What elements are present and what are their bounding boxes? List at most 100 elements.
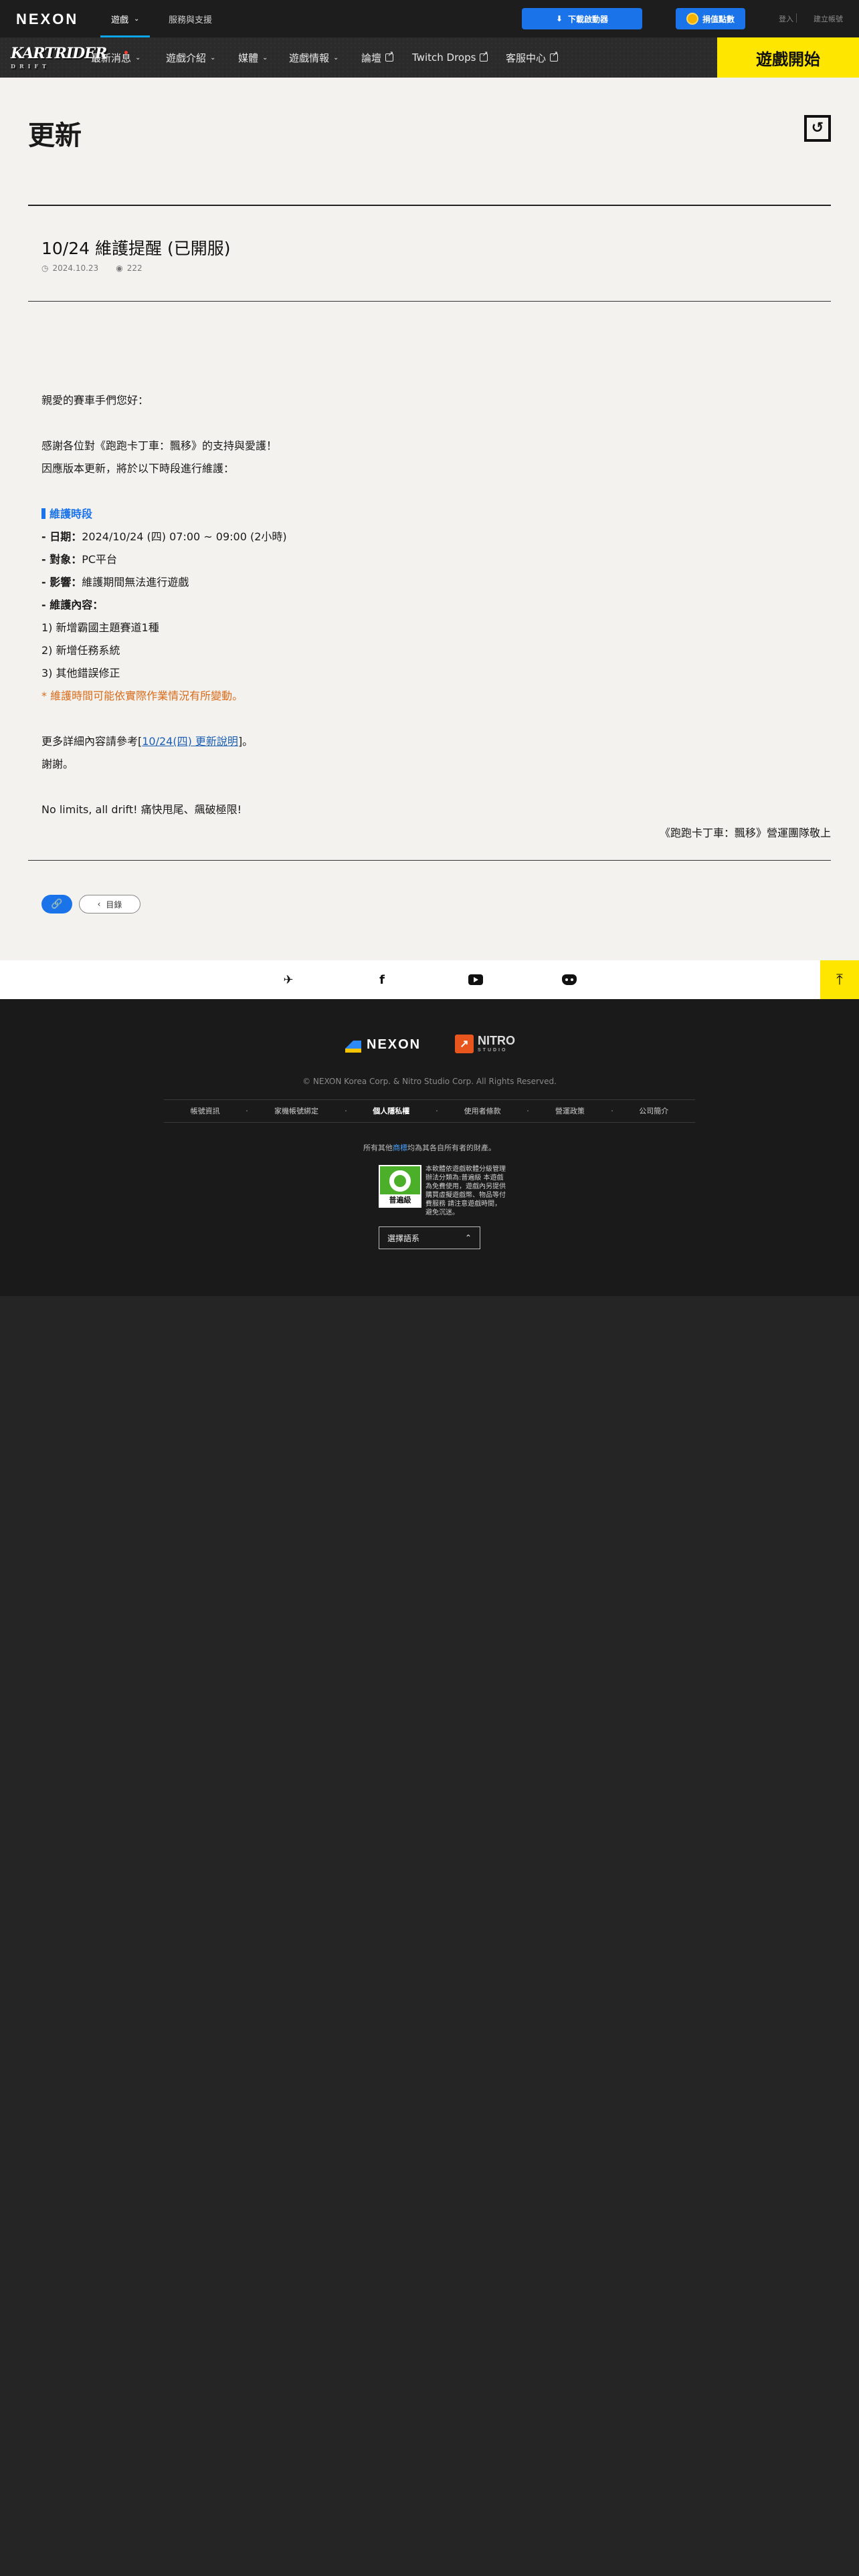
language-select[interactable]: 選擇語系 ⌃: [379, 1226, 480, 1249]
footer-link-terms[interactable]: 使用者條款: [464, 1105, 501, 1116]
separator-dot: [246, 1110, 248, 1111]
external-link-icon: [550, 49, 558, 62]
nav-item-intro[interactable]: 遊戲介紹 ⌄: [166, 37, 215, 78]
tab-support-label: 服務與支援: [169, 15, 213, 25]
scroll-to-top-button[interactable]: ⤒: [820, 960, 859, 999]
date-label: - 日期：: [41, 530, 82, 543]
page-title: 更新: [28, 120, 82, 151]
footer-link-console[interactable]: 家機帳號綁定: [274, 1105, 318, 1116]
chevron-left-icon: ‹: [97, 899, 101, 909]
separator-dot: [436, 1110, 438, 1111]
chevron-down-icon: ⌄: [262, 53, 268, 62]
return-button[interactable]: ↺: [804, 115, 831, 142]
points-button[interactable]: 捐值點數: [676, 8, 745, 29]
greeting-text: 親愛的賽車手們您好：: [41, 394, 149, 407]
copy-link-button[interactable]: 🔗: [41, 895, 72, 914]
post-date: 2024.10.23: [52, 263, 99, 273]
nav-item-twitch[interactable]: Twitch Drops: [412, 37, 488, 78]
list-button[interactable]: ‹ 目錄: [79, 895, 140, 914]
game-nav: KARTRIDER DRIFT 最新消息 ⌄ 遊戲介紹 ⌄ 媒體 ⌄ 遊戲情報 …: [0, 37, 859, 78]
nav-item-media-label: 媒體: [238, 51, 259, 64]
post-meta: ◷ 2024.10.23 ◉ 222: [41, 263, 142, 273]
nexon-logo[interactable]: NEXON: [16, 11, 78, 28]
footer-link-privacy[interactable]: 個人隱私權: [373, 1105, 409, 1116]
post-date-wrap: ◷ 2024.10.23: [41, 263, 98, 273]
nav-item-support[interactable]: 客服中心: [506, 37, 558, 78]
nav-item-info[interactable]: 遊戲情報 ⌄: [289, 37, 339, 78]
list-button-label: 目錄: [106, 899, 122, 909]
nav-item-intro-label: 遊戲介紹: [166, 51, 207, 64]
footer-link-policy[interactable]: 營運政策: [555, 1105, 585, 1116]
download-launcher-button[interactable]: ⬇ 下載啟動器: [522, 8, 642, 29]
more-prefix: 更多詳細內容請參考[: [41, 735, 142, 748]
game-start-button[interactable]: 遊戲開始: [717, 37, 859, 78]
footer-nitro-logo[interactable]: ↗ NITRO STUDIO: [455, 1034, 515, 1053]
more-suffix: ]。: [237, 735, 254, 748]
trademark-text: 所有其他商標均為其各自所有者的財產。: [0, 1142, 859, 1153]
slogan-text: No limits, all drift! 痛快甩尾、飆破極限!: [41, 803, 242, 816]
section-heading: 維護時段: [41, 503, 831, 526]
kartrider-icon[interactable]: ✈: [280, 971, 297, 988]
rating-ring: [389, 1170, 411, 1192]
nav-item-news[interactable]: 最新消息 ⌄: [91, 37, 140, 78]
list-item: 3) 其他錯誤修正: [41, 667, 120, 679]
social-bar: ✈ f ⤒: [0, 960, 859, 999]
content-row: - 維護內容：: [41, 594, 831, 617]
nav-item-media[interactable]: 媒體 ⌄: [238, 37, 268, 78]
separator-dot: [611, 1110, 613, 1111]
nexon-cube-icon: [345, 1037, 361, 1053]
post-body: 親愛的賽車手們您好： 感謝各位對《跑跑卡丁車：飄移》的支持與愛護！ 因應版本更新…: [41, 389, 831, 821]
separator-dot: [345, 1110, 347, 1111]
target-value: PC平台: [82, 553, 118, 566]
nav-item-twitch-label: Twitch Drops: [412, 51, 476, 64]
header-divider: [28, 301, 831, 302]
date-value: 2024/10/24 (四) 07:00 ~ 09:00 (2小時): [82, 530, 287, 543]
register-link[interactable]: 建立帳號: [814, 13, 843, 24]
tab-games[interactable]: 遊戲 ⌄: [100, 0, 151, 37]
login-link[interactable]: 登入: [779, 13, 793, 24]
nav-item-forum[interactable]: 論壇: [361, 37, 393, 78]
tab-games-label: 遊戲: [111, 15, 129, 25]
chevron-down-icon: ⌄: [135, 53, 141, 62]
kartrider-logo[interactable]: KARTRIDER DRIFT: [11, 44, 107, 71]
impact-value: 維護期間無法進行遊戲: [82, 576, 189, 588]
footer-divider: [28, 860, 831, 861]
impact-row: - 影響：維護期間無法進行遊戲: [41, 571, 831, 594]
title-divider: [28, 205, 831, 206]
tab-support[interactable]: 服務與支援: [169, 0, 212, 37]
nexon-topbar: NEXON 遊戲 ⌄ 服務與支援 ⬇ 下載啟動器 捐值點數 登入 建立帳號: [0, 0, 859, 37]
maintenance-note: * 維護時間可能依實際作業情況有所變動。: [41, 689, 244, 702]
footer-nitro-text: NITRO: [478, 1034, 515, 1047]
post-views-wrap: ◉ 222: [116, 263, 142, 273]
intro-text: 因應版本更新，將於以下時段進行維護：: [41, 462, 235, 475]
arrow-up-icon: ⤒: [836, 971, 843, 988]
footer-link-company[interactable]: 公司簡介: [639, 1105, 668, 1116]
trademark-suffix: 均為其各自所有者的財產。: [407, 1144, 496, 1152]
chevron-down-icon: ⌄: [210, 53, 216, 62]
facebook-icon[interactable]: f: [373, 971, 391, 988]
trademark-link[interactable]: 商標: [393, 1144, 407, 1152]
main-content: 更新 ↺ 10/24 維護提醒 (已開服) ◷ 2024.10.23 ◉ 222 親…: [0, 78, 859, 875]
footer-nexon-logo[interactable]: NEXON: [345, 1037, 421, 1053]
link-icon: 🔗: [51, 899, 63, 909]
nitro-mark-icon: ↗: [455, 1034, 474, 1053]
rating-description: 本軟體依遊戲軟體分級管理辦法分類為:普遍級 本遊戲為免費使用，遊戲內另提供購買虛…: [425, 1166, 506, 1216]
footer-link-account[interactable]: 帳號資訊: [191, 1105, 220, 1116]
eye-icon: ◉: [116, 263, 123, 273]
rating-badge-icon: 普遍級: [379, 1165, 421, 1208]
discord-icon[interactable]: [561, 971, 578, 988]
chevron-down-icon: ⌄: [333, 53, 339, 62]
update-notes-link[interactable]: 10/24(四) 更新說明: [142, 735, 238, 748]
external-link-icon: [480, 49, 488, 62]
post-title: 10/24 維護提醒 (已開服): [41, 239, 231, 258]
target-row: - 對象：PC平台: [41, 548, 831, 571]
new-badge-dot: [124, 51, 128, 54]
youtube-icon[interactable]: [467, 971, 484, 988]
rating-badge-label: 普遍級: [380, 1194, 420, 1206]
post-views: 222: [126, 263, 142, 273]
copyright-text: © NEXON Korea Corp. & Nitro Studio Corp.…: [302, 1077, 557, 1086]
nitro-text-wrap: NITRO STUDIO: [478, 1034, 515, 1053]
